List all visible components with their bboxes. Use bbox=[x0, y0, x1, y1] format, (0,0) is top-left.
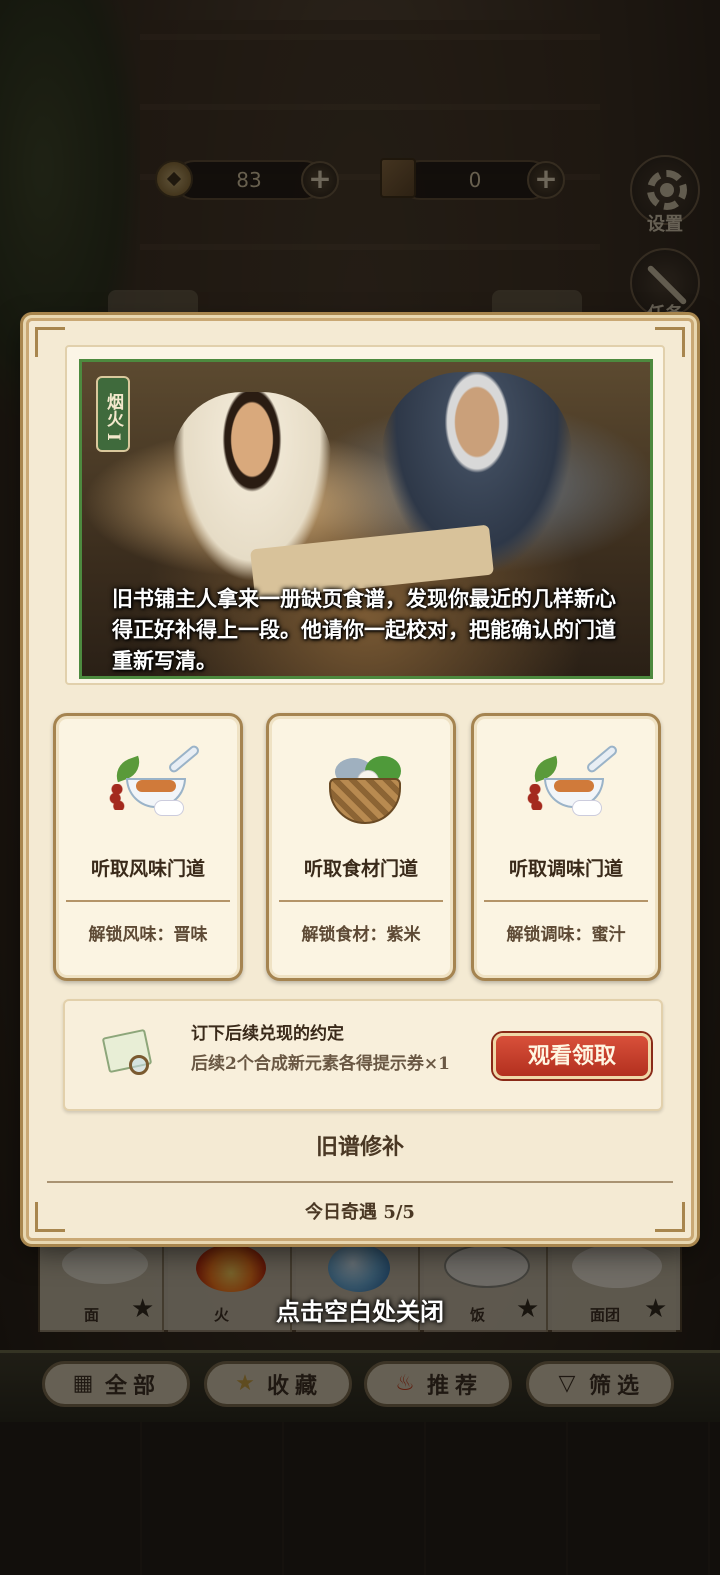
daily-encounter-counter: 今日奇遇 5/5 bbox=[305, 1202, 415, 1223]
option-divider bbox=[279, 900, 443, 902]
option-title: 听取食材门道 bbox=[303, 858, 418, 880]
story-illustration: 烟火 I 旧书铺主人拿来一册缺页食谱，发现你最近的几样新心得正好补得上一段。他请… bbox=[79, 359, 653, 679]
story-text: 旧书铺主人拿来一册缺页食谱，发现你最近的几样新心得正好补得上一段。他请你一起校对… bbox=[112, 587, 616, 673]
option-card-ingredient[interactable]: 听取食材门道 解锁食材：紫米 bbox=[266, 713, 456, 981]
pact-banner: 订下后续兑现的约定 后续2个合成新元素各得提示券×1 观看领取 bbox=[63, 999, 663, 1111]
option-unlock-text: 解锁风味：晋味 bbox=[88, 925, 208, 945]
option-unlock-text: 解锁食材：紫米 bbox=[301, 925, 421, 945]
option-title: 听取调味门道 bbox=[508, 858, 623, 880]
scroll-magnifier-icon bbox=[101, 1027, 155, 1081]
corner-ornament bbox=[35, 327, 65, 357]
pact-title: 订下后续兑现的约定 bbox=[191, 1024, 344, 1044]
spoon-soup-icon bbox=[526, 743, 620, 830]
section-title: 旧谱修补 bbox=[315, 1134, 404, 1160]
watch-ad-claim-button[interactable]: 观看领取 bbox=[493, 1033, 651, 1079]
option-card-seasoning[interactable]: 听取调味门道 解锁调味：蜜汁 bbox=[471, 713, 661, 981]
story-chapter-tag: 烟火 I bbox=[96, 376, 130, 452]
encounter-dialog: 烟火 I 旧书铺主人拿来一册缺页食谱，发现你最近的几样新心得正好补得上一段。他请… bbox=[26, 318, 694, 1241]
option-unlock-text: 解锁调味：蜜汁 bbox=[506, 925, 626, 945]
story-panel: 烟火 I 旧书铺主人拿来一册缺页食谱，发现你最近的几样新心得正好补得上一段。他请… bbox=[65, 345, 665, 685]
spoon-soup-icon bbox=[108, 743, 202, 830]
option-divider bbox=[66, 900, 230, 902]
close-hint: 点击空白处关闭 bbox=[276, 1297, 444, 1326]
option-card-flavor[interactable]: 听取风味门道 解锁风味：晋味 bbox=[53, 713, 243, 981]
option-title: 听取风味门道 bbox=[90, 858, 205, 880]
pact-description: 后续2个合成新元素各得提示券×1 bbox=[191, 1054, 450, 1074]
option-divider bbox=[484, 900, 648, 902]
ingredient-basket-icon bbox=[321, 744, 407, 830]
section-divider bbox=[47, 1181, 673, 1183]
